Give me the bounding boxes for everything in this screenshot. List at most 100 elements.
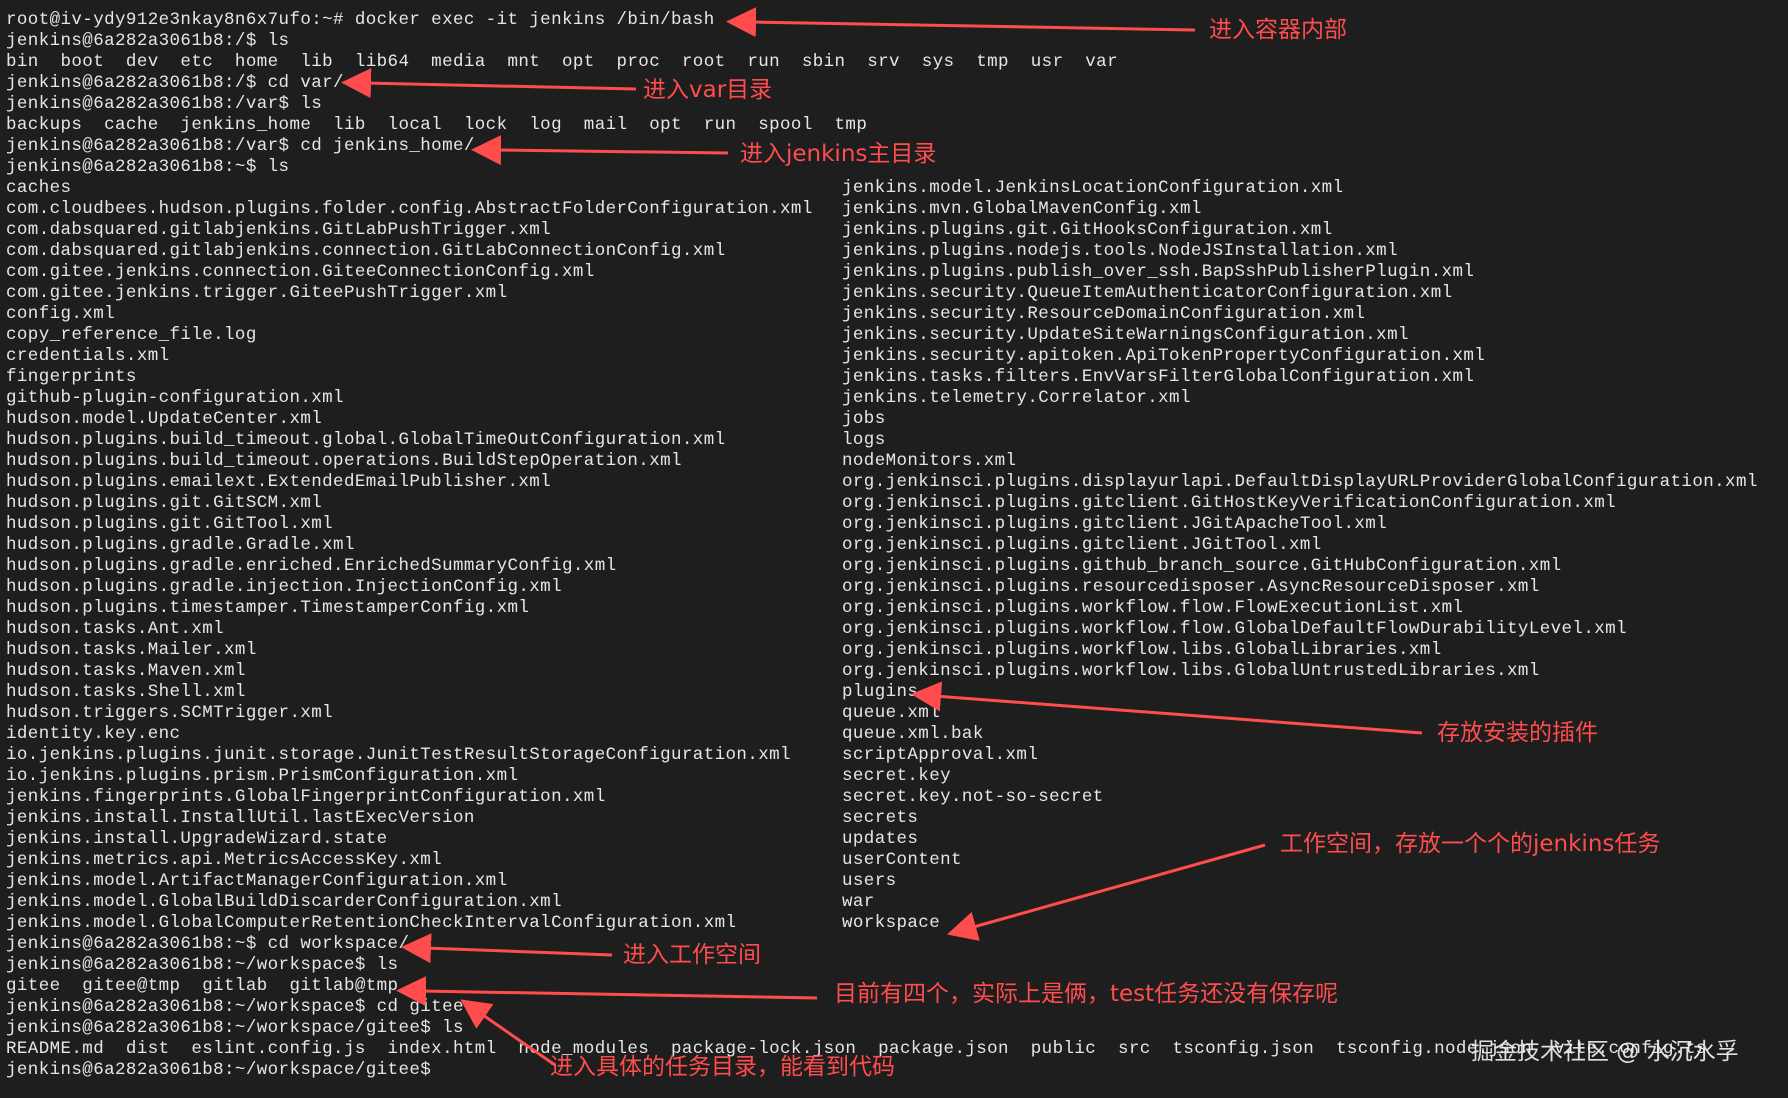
- command-line: jenkins@6a282a3061b8:/var$ cd jenkins_ho…: [6, 136, 475, 156]
- arrow-enter-jenkins-home: [471, 135, 729, 166]
- listing-entry: com.gitee.jenkins.connection.GiteeConnec…: [6, 262, 595, 282]
- listing-entry: jenkins.install.UpgradeWizard.state: [6, 829, 388, 849]
- command-line: jenkins@6a282a3061b8:~/workspace/gitee$ …: [6, 1018, 464, 1038]
- annotation-plugins: 存放安装的插件: [1437, 720, 1598, 746]
- listing-entry: secret.key.not-so-secret: [842, 787, 1104, 807]
- listing-entry: jenkins.telemetry.Correlator.xml: [842, 388, 1191, 408]
- annotation-enter-workspace: 进入工作空间: [623, 942, 761, 968]
- listing-entry: nodeMonitors.xml: [842, 451, 1017, 471]
- listing-entry: secrets: [842, 808, 919, 828]
- listing-entry: org.jenkinsci.plugins.workflow.libs.Glob…: [842, 661, 1540, 681]
- listing-entry: caches: [6, 178, 72, 198]
- listing-entry: hudson.plugins.gradle.injection.Injectio…: [6, 577, 562, 597]
- listing-entry: jenkins.model.JenkinsLocationConfigurati…: [842, 178, 1344, 198]
- listing-entry: org.jenkinsci.plugins.displayurlapi.Defa…: [842, 472, 1758, 492]
- annotation-enter-container: 进入容器内部: [1209, 17, 1347, 43]
- listing-entry: hudson.plugins.git.GitTool.xml: [6, 514, 334, 534]
- listing-entry: jenkins.fingerprints.GlobalFingerprintCo…: [6, 787, 606, 807]
- listing-entry: userContent: [842, 850, 962, 870]
- command-line: root@iv-ydy912e3nkay8n6x7ufo:~# docker e…: [6, 10, 715, 30]
- listing-entry: hudson.tasks.Ant.xml: [6, 619, 225, 639]
- listing-entry: queue.xml.bak: [842, 724, 984, 744]
- listing-entry: jenkins.plugins.nodejs.tools.NodeJSInsta…: [842, 241, 1398, 261]
- command-line: jenkins@6a282a3061b8:~$ cd workspace/: [6, 934, 410, 954]
- listing-entry: jenkins.model.GlobalBuildDiscarderConfig…: [6, 892, 562, 912]
- listing-entry: queue.xml: [842, 703, 941, 723]
- arrow-plugins: [911, 681, 1423, 735]
- annotation-enter-jenkins-home: 进入jenkins主目录: [740, 141, 937, 167]
- annotation-workspace: 工作空间，存放一个个的jenkins任务: [1280, 831, 1661, 857]
- listing-entry: jenkins.security.apitoken.ApiTokenProper…: [842, 346, 1486, 366]
- listing-entry: jenkins.security.UpdateSiteWarningsConfi…: [842, 325, 1409, 345]
- listing-entry: jenkins.model.ArtifactManagerConfigurati…: [6, 871, 508, 891]
- listing-entry: hudson.plugins.gradle.Gradle.xml: [6, 535, 355, 555]
- listing-entry: scriptApproval.xml: [842, 745, 1039, 765]
- annotation-enter-task-dir: 进入具体的任务目录，能看到代码: [550, 1054, 895, 1080]
- listing-entry: org.jenkinsci.plugins.workflow.libs.Glob…: [842, 640, 1442, 660]
- listing-entry: com.dabsquared.gitlabjenkins.GitLabPushT…: [6, 220, 552, 240]
- listing-entry: io.jenkins.plugins.junit.storage.JunitTe…: [6, 745, 791, 765]
- output-line: gitee gitee@tmp gitlab gitlab@tmp: [6, 976, 399, 996]
- listing-entry: org.jenkinsci.plugins.github_branch_sour…: [842, 556, 1562, 576]
- listing-entry: jenkins.model.GlobalComputerRetentionChe…: [6, 913, 737, 933]
- listing-entry: war: [842, 892, 875, 912]
- listing-entry: jenkins.plugins.git.GitHooksConfiguratio…: [842, 220, 1333, 240]
- listing-entry: hudson.model.UpdateCenter.xml: [6, 409, 323, 429]
- arrow-four-dirs: [396, 976, 818, 1007]
- listing-entry: hudson.tasks.Mailer.xml: [6, 640, 257, 660]
- listing-entry: org.jenkinsci.plugins.gitclient.JGitTool…: [842, 535, 1322, 555]
- listing-entry: hudson.triggers.SCMTrigger.xml: [6, 703, 334, 723]
- annotation-enter-var: 进入var目录: [643, 77, 773, 103]
- listing-entry: hudson.plugins.build_timeout.operations.…: [6, 451, 682, 471]
- listing-entry: jenkins.install.InstallUtil.lastExecVers…: [6, 808, 475, 828]
- command-line: jenkins@6a282a3061b8:/$ cd var/: [6, 73, 344, 93]
- listing-entry: copy_reference_file.log: [6, 325, 257, 345]
- arrow-enter-var: [341, 68, 637, 99]
- listing-entry: users: [842, 871, 897, 891]
- command-line: jenkins@6a282a3061b8:~$ ls: [6, 157, 290, 177]
- listing-entry: hudson.tasks.Maven.xml: [6, 661, 246, 681]
- listing-entry: jenkins.security.ResourceDomainConfigura…: [842, 304, 1366, 324]
- command-line: jenkins@6a282a3061b8:~/workspace$ cd git…: [6, 997, 464, 1017]
- listing-entry: jobs: [842, 409, 886, 429]
- listing-entry: com.gitee.jenkins.trigger.GiteePushTrigg…: [6, 283, 508, 303]
- arrow-enter-workspace: [401, 933, 613, 964]
- listing-entry: config.xml: [6, 304, 116, 324]
- listing-entry: updates: [842, 829, 919, 849]
- listing-entry: github-plugin-configuration.xml: [6, 388, 344, 408]
- listing-entry: org.jenkinsci.plugins.workflow.flow.Glob…: [842, 619, 1627, 639]
- listing-entry: com.cloudbees.hudson.plugins.folder.conf…: [6, 199, 813, 219]
- watermark: 掘金技术社区 @ 水沉水孚: [1471, 1039, 1739, 1065]
- listing-entry: workspace: [842, 913, 941, 933]
- listing-entry: logs: [842, 430, 886, 450]
- listing-entry: hudson.plugins.gradle.enriched.EnrichedS…: [6, 556, 617, 576]
- listing-entry: hudson.plugins.git.GitSCM.xml: [6, 493, 323, 513]
- listing-entry: com.dabsquared.gitlabjenkins.connection.…: [6, 241, 726, 261]
- listing-entry: jenkins.security.QueueItemAuthenticatorC…: [842, 283, 1453, 303]
- listing-entry: hudson.tasks.Shell.xml: [6, 682, 246, 702]
- listing-entry: credentials.xml: [6, 346, 170, 366]
- arrow-enter-container: [726, 7, 1196, 38]
- arrow-workspace: [946, 843, 1266, 941]
- listing-entry: hudson.plugins.emailext.ExtendedEmailPub…: [6, 472, 552, 492]
- command-line: jenkins@6a282a3061b8:/var$ ls: [6, 94, 323, 114]
- listing-entry: io.jenkins.plugins.prism.PrismConfigurat…: [6, 766, 519, 786]
- command-prompt[interactable]: jenkins@6a282a3061b8:~/workspace/gitee$: [6, 1060, 442, 1081]
- listing-entry: org.jenkinsci.plugins.workflow.flow.Flow…: [842, 598, 1464, 618]
- annotation-four-dirs: 目前有四个，实际上是俩，test任务还没有保存呢: [834, 981, 1339, 1007]
- listing-entry: jenkins.mvn.GlobalMavenConfig.xml: [842, 199, 1202, 219]
- listing-entry: jenkins.metrics.api.MetricsAccessKey.xml: [6, 850, 443, 870]
- terminal-window[interactable]: root@iv-ydy912e3nkay8n6x7ufo:~# docker e…: [0, 0, 1788, 1098]
- output-line: backups cache jenkins_home lib local loc…: [6, 115, 868, 135]
- listing-entry: plugins: [842, 682, 919, 702]
- listing-entry: hudson.plugins.build_timeout.global.Glob…: [6, 430, 726, 450]
- listing-entry: hudson.plugins.timestamper.TimestamperCo…: [6, 598, 530, 618]
- listing-entry: identity.key.enc: [6, 724, 181, 744]
- listing-entry: jenkins.tasks.filters.EnvVarsFilterGloba…: [842, 367, 1475, 387]
- command-line: jenkins@6a282a3061b8:~/workspace$ ls: [6, 955, 399, 975]
- listing-entry: org.jenkinsci.plugins.gitclient.GitHostK…: [842, 493, 1617, 513]
- listing-entry: jenkins.plugins.publish_over_ssh.BapSshP…: [842, 262, 1475, 282]
- command-line: jenkins@6a282a3061b8:/$ ls: [6, 31, 290, 51]
- listing-entry: secret.key: [842, 766, 952, 786]
- output-line: bin boot dev etc home lib lib64 media mn…: [6, 52, 1118, 72]
